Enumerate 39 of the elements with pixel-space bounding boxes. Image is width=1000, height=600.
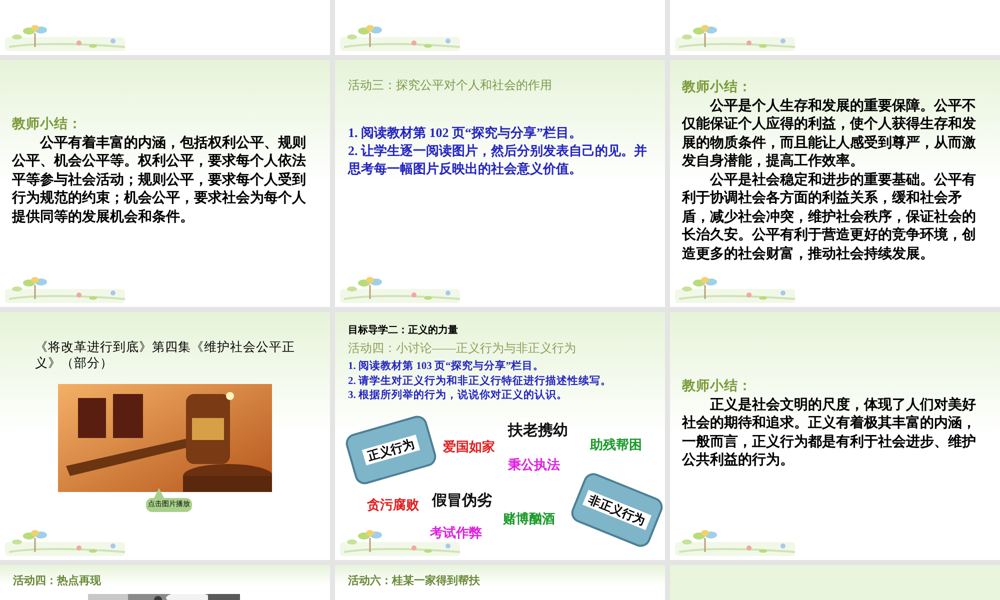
sign-label: 非正义行为 xyxy=(582,490,652,530)
list-item-text: 1. 阅读教材第 102 页“探究与分享”栏目。 xyxy=(348,124,583,142)
behavior-word: 假冒伪劣 xyxy=(432,492,492,510)
sign-label: 正义行为 xyxy=(362,434,420,466)
slide-subheading: 活动四：小讨论——正义行为与非正义行为 xyxy=(348,341,576,356)
slide-paragraph: 正义是社会文明的尺度，体现了人们对美好社会的期待和追求。正义有着极其丰富的内涵，一般而言，正义行为都是有利于社会进步、维护公共利益的行为。 xyxy=(682,394,977,468)
behavior-word: 爱国如家 xyxy=(443,438,495,456)
behavior-word: 贪污腐败 xyxy=(367,496,419,514)
slide-thumbnail[interactable]: 教师小结： 公平有着丰富的内涵，包括权利公平、规则公平、机会公平等。权利公平，要求每个人依法平等参与社会活动；规则公平，要求每个人受到行为规范的约束；机会公平，要求社会为每个人提供同等的发展机会和条件。 xyxy=(0,60,330,307)
slide-heading: 活动六：桂某一家得到帮扶 xyxy=(348,574,480,589)
slide-thumbnail[interactable]: 目标导学二：正义的力量 活动四：小讨论——正义行为与非正义行为 1. 阅读教材第 103 页“探究与分享”栏目。 2. 请学生对正义行为和非正义行特征进行描述性续写。 3. 根据所列举的行为，说说你对正义的认识。 正义行为 非正义行为 爱国如家 扶老携幼 助残帮困 秉公执法 贪污腐败 假冒伪劣 赌博酗酒 考试作弊 xyxy=(335,312,665,560)
list-item-text: 1. 阅读教材第 103 页“探究与分享”栏目。 xyxy=(348,360,545,374)
slide-thumbnail[interactable] xyxy=(670,0,1000,55)
slide-thumbnail[interactable]: 活动四：热点再现 xyxy=(0,565,330,600)
slide-heading: 目标导学二：正义的力量 xyxy=(348,324,458,338)
slide-thumbnail[interactable]: 教师小结： 公平是个人生存和发展的重要保障。公平不仅能保证个人应得的利益，使个人获得生存和发展的物质条件，而且能让人感受到尊严，从而激发自身潜能，提高工作效率。 公平是社会稳定和进步的重要基础。公平有利于协调社会各方面的利益关系，缓和社会矛盾，减少社会冲突，维护社会秩序，保证社会的长治久安。公平有利于营造更好的竞争环境，创造更多的社会财富，推动社会持续发展。 xyxy=(670,60,1000,307)
behavior-word: 赌博酗酒 xyxy=(503,510,555,528)
behavior-word: 助残帮困 xyxy=(590,436,642,454)
slide-thumbnail[interactable] xyxy=(335,0,665,55)
slide-paragraph: 公平是个人生存和发展的重要保障。公平不仅能保证个人应得的利益，使个人获得生存和发展的物质条件，而且能让人感受到尊严，从而激发自身潜能，提高工作效率。 xyxy=(682,96,977,170)
behavior-word: 秉公执法 xyxy=(508,456,560,474)
slide-thumbnail[interactable]: 教师小结： 正义是社会文明的尺度，体现了人们对美好社会的期待和追求。正义有着极其丰富的内涵，一般而言，正义行为都是有利于社会进步、维护公共利益的行为。 xyxy=(670,312,1000,560)
slide-paragraph: 公平有着丰富的内涵，包括权利公平、规则公平、机会公平等。权利公平，要求每个人依法平等参与社会活动；规则公平，要求每个人受到行为规范的约束；机会公平，要求社会为每个人提供同等的发展机会和条件。 xyxy=(12,132,307,226)
slide-heading: 活动四：热点再现 xyxy=(13,574,101,589)
slide-heading: 教师小结： xyxy=(12,114,83,133)
list-item-text: 3. 根据所列举的行为，说说你对正义的认识。 xyxy=(348,389,568,403)
list-item-text: 2. 让学生逐一阅读图片，然后分别发表自己的见。并思考每一幅图片反映出的社会意义价值。 xyxy=(348,142,648,178)
slide-heading: 活动三：探究公平对个人和社会的作用 xyxy=(348,77,553,94)
slide-heading: 教师小结： xyxy=(682,376,753,394)
behavior-word: 扶老携幼 xyxy=(508,422,568,440)
behavior-word: 考试作弊 xyxy=(430,524,482,542)
slide-paragraph: 公平是社会稳定和进步的重要基础。公平有利于协调社会各方面的利益关系，缓和社会矛盾，减少社会冲突，维护社会秩序，保证社会的长治久安。公平有利于营造更好的竞争环境，创造更多的社会财富，推动社会持续发展。 xyxy=(682,170,977,262)
slide-thumbnail[interactable]: 活动三：探究公平对个人和社会的作用 1. 阅读教材第 102 页“探究与分享”栏目。 2. 让学生逐一阅读图片，然后分别发表自己的见。并思考每一幅图片反映出的社会意义价值。 xyxy=(335,60,665,307)
callout-pointer-icon xyxy=(152,488,166,498)
video-caption: 《将改革进行到底》第四集《维护社会公平正义》（部分） xyxy=(35,339,295,371)
list-item-text: 2. 请学生对正义行为和非正义行特征进行描述性续写。 xyxy=(348,374,612,388)
slide-thumbnail[interactable] xyxy=(0,0,330,55)
slide-heading: 教师小结： xyxy=(682,78,753,96)
slide-thumbnail[interactable]: 活动六：桂某一家得到帮扶 xyxy=(335,565,665,600)
